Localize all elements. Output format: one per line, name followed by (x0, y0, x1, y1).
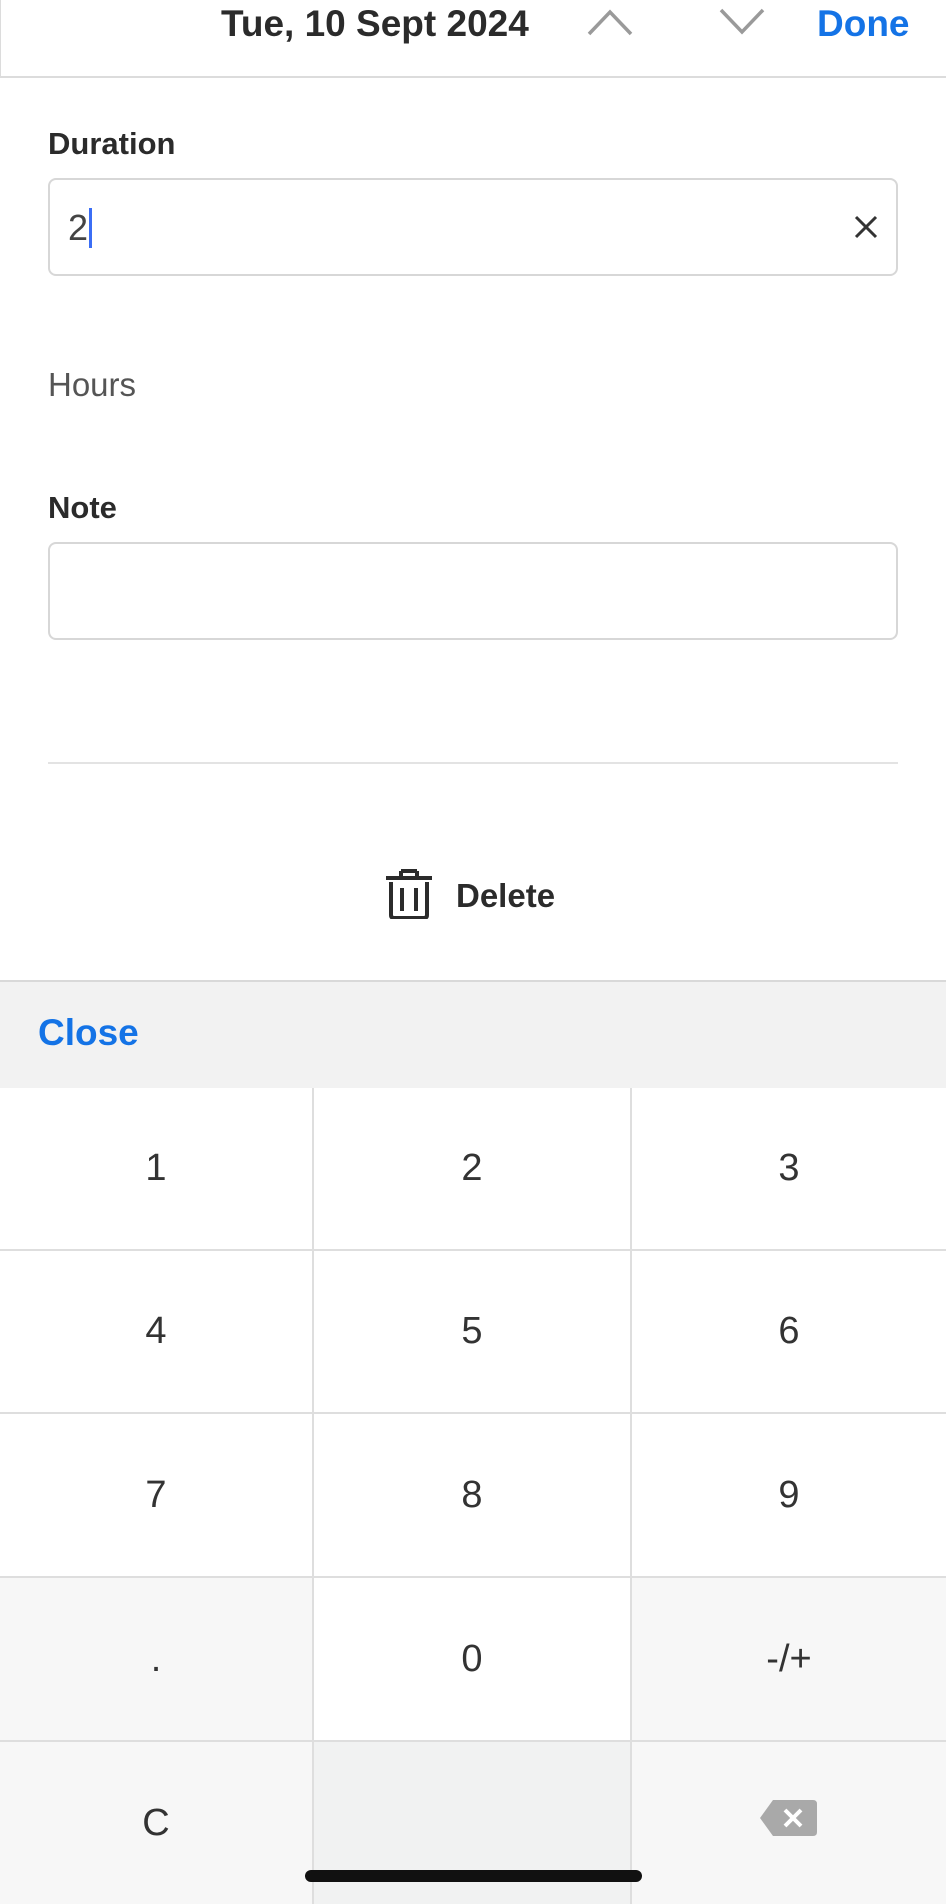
key-9[interactable]: 9 (632, 1414, 946, 1578)
key-clear[interactable]: C (0, 1742, 314, 1904)
home-indicator (305, 1870, 642, 1882)
key-5[interactable]: 5 (314, 1251, 632, 1414)
key-1[interactable]: 1 (0, 1088, 314, 1251)
note-label: Note (48, 490, 117, 525)
key-4[interactable]: 4 (0, 1251, 314, 1414)
close-button[interactable]: Close (38, 1012, 139, 1054)
backspace-key[interactable] (632, 1742, 946, 1904)
chevron-down-icon[interactable] (719, 6, 765, 36)
divider (48, 762, 898, 764)
chevron-up-icon[interactable] (587, 6, 633, 36)
key-8[interactable]: 8 (314, 1414, 632, 1578)
duration-value-wrap: 2 (68, 206, 93, 250)
header-bar: Tue, 10 Sept 2024 Done (0, 0, 946, 78)
delete-button[interactable]: Delete (386, 868, 555, 924)
text-caret (89, 208, 93, 249)
key-6[interactable]: 6 (632, 1251, 946, 1414)
keyboard-toolbar: Close (0, 980, 946, 1088)
key-7[interactable]: 7 (0, 1414, 314, 1578)
clear-icon[interactable] (848, 209, 884, 245)
key-2[interactable]: 2 (314, 1088, 632, 1251)
duration-unit: Hours (48, 366, 137, 403)
key-0[interactable]: 0 (314, 1578, 632, 1742)
key-3[interactable]: 3 (632, 1088, 946, 1251)
note-input[interactable] (48, 542, 898, 640)
trash-icon (386, 868, 432, 924)
number-pad: 1 2 3 4 5 6 7 8 9 . 0 -/+ C (0, 1088, 946, 1904)
header-date: Tue, 10 Sept 2024 (221, 3, 529, 44)
key-sign-toggle[interactable]: -/+ (632, 1578, 946, 1742)
duration-label: Duration (48, 126, 176, 161)
duration-input[interactable]: 2 (48, 178, 898, 276)
delete-label: Delete (456, 877, 556, 914)
done-button[interactable]: Done (817, 0, 910, 48)
backspace-icon (759, 1798, 819, 1848)
key-decimal[interactable]: . (0, 1578, 314, 1742)
duration-value: 2 (68, 207, 89, 248)
